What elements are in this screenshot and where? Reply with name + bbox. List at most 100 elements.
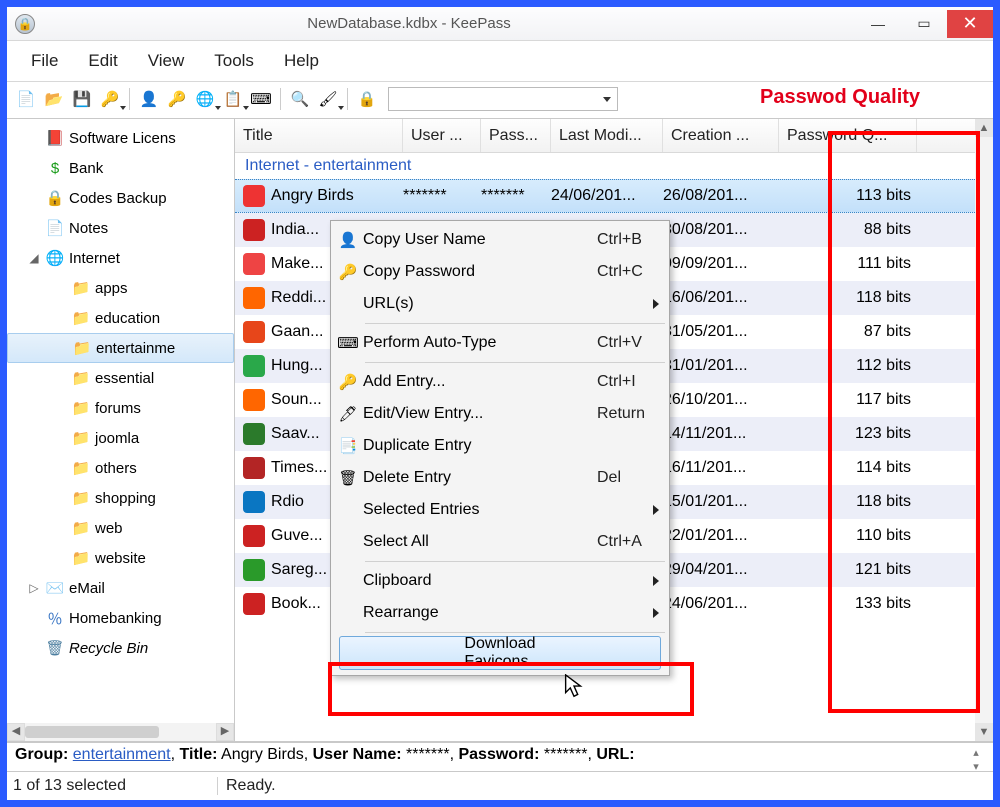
tree-entertainment[interactable]: 📁entertainme bbox=[7, 333, 234, 363]
group-tree[interactable]: 📕Software Licens$Bank🔒Codes Backup📄Notes… bbox=[7, 119, 235, 741]
tree-recycle-bin[interactable]: 🗑Recycle Bin bbox=[7, 633, 234, 663]
brush-icon[interactable]: 🖌 bbox=[315, 86, 341, 112]
ctx-shortcut: Ctrl+C bbox=[597, 263, 667, 281]
scroll-down-icon[interactable]: ▼ bbox=[975, 723, 993, 741]
tree-bank[interactable]: $Bank bbox=[7, 153, 234, 183]
details-vscroll[interactable]: ▴▾ bbox=[967, 746, 985, 774]
col-title[interactable]: Title bbox=[235, 119, 403, 152]
add-entry-icon[interactable]: 👤 bbox=[136, 86, 162, 112]
tree-label: forums bbox=[95, 400, 141, 417]
tree-forums[interactable]: 📁forums bbox=[7, 393, 234, 423]
col-user[interactable]: User ... bbox=[403, 119, 481, 152]
tree-label: entertainme bbox=[96, 340, 175, 357]
ctx-item-label: Edit/View Entry... bbox=[363, 405, 597, 423]
ctx-perform-auto-type[interactable]: ⌨Perform Auto-TypeCtrl+V bbox=[333, 327, 667, 359]
cell-ct-ct: 09/09/201... bbox=[663, 255, 779, 273]
col-pass[interactable]: Pass... bbox=[481, 119, 551, 152]
apps-icon: 📁 bbox=[71, 278, 91, 298]
entry-row[interactable]: Angry Birds**************24/06/201...26/… bbox=[235, 179, 993, 213]
cell-ct-ct: 30/08/201... bbox=[663, 221, 779, 239]
cell-ct-pq: 87 bits bbox=[779, 323, 917, 341]
list-vscrollbar[interactable]: ▲ ▼ bbox=[975, 119, 993, 741]
tree-codes-backup[interactable]: 🔒Codes Backup bbox=[7, 183, 234, 213]
ctx-url-s-[interactable]: URL(s) bbox=[333, 288, 667, 320]
menu-edit[interactable]: Edit bbox=[74, 47, 131, 75]
entry-favicon bbox=[243, 423, 265, 445]
minimize-button[interactable]: — bbox=[855, 10, 901, 38]
entry-favicon bbox=[243, 457, 265, 479]
entry-favicon bbox=[243, 559, 265, 581]
expand-icon[interactable]: ◢ bbox=[27, 251, 41, 265]
open-icon[interactable]: 📂 bbox=[41, 86, 67, 112]
tree-joomla[interactable]: 📁joomla bbox=[7, 423, 234, 453]
tree-label: Codes Backup bbox=[69, 190, 167, 207]
edit-entry-icon[interactable]: 🔑 bbox=[164, 86, 190, 112]
tree-web[interactable]: 📁web bbox=[7, 513, 234, 543]
scroll-left-icon[interactable]: ◀ bbox=[7, 723, 25, 741]
key-icon[interactable]: 🔑 bbox=[97, 86, 123, 112]
notes-icon: 📄 bbox=[45, 218, 65, 238]
tree-essential[interactable]: 📁essential bbox=[7, 363, 234, 393]
ctx-copy-password[interactable]: 🔑Copy PasswordCtrl+C bbox=[333, 256, 667, 288]
tree-internet[interactable]: ◢🌐Internet bbox=[7, 243, 234, 273]
tree-homebanking[interactable]: ％Homebanking bbox=[7, 603, 234, 633]
ctx-delete-entry[interactable]: 🗑Delete EntryDel bbox=[333, 462, 667, 494]
col-password-quality[interactable]: Password Q... bbox=[779, 119, 917, 152]
ctx-item-label: Select All bbox=[363, 533, 597, 551]
save-icon[interactable]: 💾 bbox=[69, 86, 95, 112]
tree-website[interactable]: 📁website bbox=[7, 543, 234, 573]
details-title-value: Angry Birds bbox=[221, 746, 304, 763]
menu-help[interactable]: Help bbox=[270, 47, 333, 75]
tree-education[interactable]: 📁education bbox=[7, 303, 234, 333]
new-file-icon[interactable]: 📄 bbox=[13, 86, 39, 112]
others-icon: 📁 bbox=[71, 458, 91, 478]
details-group-link[interactable]: entertainment bbox=[73, 746, 171, 763]
ctx-edit-view-entry-[interactable]: 🖊Edit/View Entry...Return bbox=[333, 398, 667, 430]
ctx-duplicate-entry[interactable]: 📑Duplicate Entry bbox=[333, 430, 667, 462]
ctx-clipboard[interactable]: Clipboard bbox=[333, 565, 667, 597]
menu-tools[interactable]: Tools bbox=[200, 47, 268, 75]
ctx-item-label: Download Favicons bbox=[464, 635, 535, 671]
tree-software-licenses[interactable]: 📕Software Licens bbox=[7, 123, 234, 153]
menu-view[interactable]: View bbox=[134, 47, 199, 75]
col-creation[interactable]: Creation ... bbox=[663, 119, 779, 152]
ctx-select-all[interactable]: Select AllCtrl+A bbox=[333, 526, 667, 558]
ctx-selected-entries[interactable]: Selected Entries bbox=[333, 494, 667, 526]
expand-icon[interactable]: ▷ bbox=[27, 581, 41, 595]
context-menu[interactable]: 👤Copy User NameCtrl+B🔑Copy PasswordCtrl+… bbox=[330, 220, 670, 676]
tree-shopping[interactable]: 📁shopping bbox=[7, 483, 234, 513]
tree-others[interactable]: 📁others bbox=[7, 453, 234, 483]
ctx-shortcut: Ctrl+B bbox=[597, 231, 667, 249]
cell-ct-pq: 117 bits bbox=[779, 391, 917, 409]
tree-label: Software Licens bbox=[69, 130, 176, 147]
lock-icon[interactable]: 🔒 bbox=[354, 86, 380, 112]
find-icon[interactable]: 🔍 bbox=[287, 86, 313, 112]
scroll-right-icon[interactable]: ▶ bbox=[216, 723, 234, 741]
scroll-up-icon[interactable]: ▲ bbox=[975, 119, 993, 137]
ctx-add-entry-[interactable]: 🔑Add Entry...Ctrl+I bbox=[333, 366, 667, 398]
ctx-item-label: Clipboard bbox=[363, 572, 667, 590]
tree-apps[interactable]: 📁apps bbox=[7, 273, 234, 303]
tree-notes[interactable]: 📄Notes bbox=[7, 213, 234, 243]
ctx-copy-user-name[interactable]: 👤Copy User NameCtrl+B bbox=[333, 224, 667, 256]
cell-ct-lm: 24/06/201... bbox=[551, 187, 663, 205]
tree-label: education bbox=[95, 310, 160, 327]
col-last-modified[interactable]: Last Modi... bbox=[551, 119, 663, 152]
globe-icon[interactable]: 🌐 bbox=[192, 86, 218, 112]
entry-favicon bbox=[243, 253, 265, 275]
ctx-download-favicons[interactable]: Download Favicons bbox=[339, 636, 661, 670]
details-pass-label: Password: bbox=[458, 746, 539, 763]
ctx-rearrange[interactable]: Rearrange bbox=[333, 597, 667, 629]
maximize-button[interactable]: ▭ bbox=[901, 10, 947, 38]
tree-label: Notes bbox=[69, 220, 108, 237]
auto-type-icon[interactable]: ⌨ bbox=[248, 86, 274, 112]
close-button[interactable]: ✕ bbox=[947, 10, 993, 38]
cell-ct-pq: 123 bits bbox=[779, 425, 917, 443]
tree-hscrollbar[interactable]: ◀ ▶ bbox=[7, 723, 234, 741]
tree-email[interactable]: ▷✉️eMail bbox=[7, 573, 234, 603]
tree-label: Internet bbox=[69, 250, 120, 267]
menu-file[interactable]: File bbox=[17, 47, 72, 75]
copy-icon[interactable]: 📋 bbox=[220, 86, 246, 112]
quick-find-input[interactable] bbox=[388, 87, 618, 111]
ctx-separator bbox=[365, 323, 665, 324]
